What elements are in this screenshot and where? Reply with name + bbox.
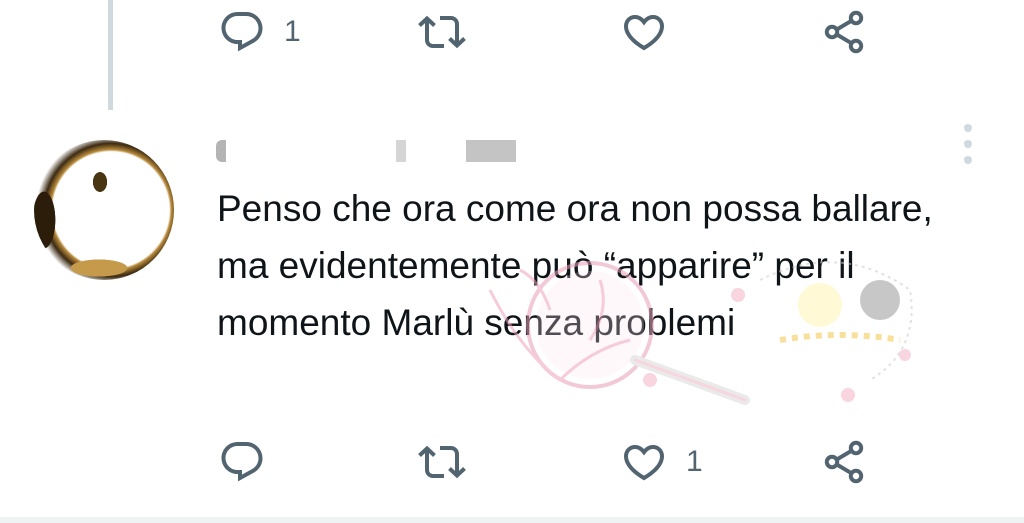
retweet-icon <box>418 445 466 479</box>
tweet-action-bar: 1 <box>0 432 1024 492</box>
tweet-divider <box>0 517 1024 523</box>
like-button[interactable]: 1 <box>620 432 703 492</box>
watermark-logo <box>488 261 913 405</box>
previous-share-button[interactable] <box>820 2 868 62</box>
avatar[interactable] <box>34 140 174 280</box>
reply-button[interactable] <box>218 432 266 492</box>
previous-like-button[interactable] <box>620 2 668 62</box>
retweet-icon <box>418 15 466 49</box>
previous-reply-count: 1 <box>284 15 301 48</box>
share-button[interactable] <box>820 432 868 492</box>
heart-icon <box>623 15 665 51</box>
reply-bubble-icon <box>221 12 263 52</box>
more-vertical-icon <box>964 124 972 132</box>
obscured-username <box>216 140 536 162</box>
previous-retweet-button[interactable] <box>418 2 466 62</box>
heart-icon <box>623 445 665 481</box>
avatar-image <box>34 140 174 280</box>
previous-tweet-action-bar: 1 <box>0 0 1024 60</box>
more-options-button[interactable] <box>958 124 978 164</box>
retweet-button[interactable] <box>418 432 466 492</box>
reply-bubble-icon <box>221 442 263 482</box>
previous-reply-button[interactable]: 1 <box>218 2 301 62</box>
share-icon <box>824 440 864 484</box>
like-count: 1 <box>686 445 703 478</box>
share-icon <box>824 10 864 54</box>
